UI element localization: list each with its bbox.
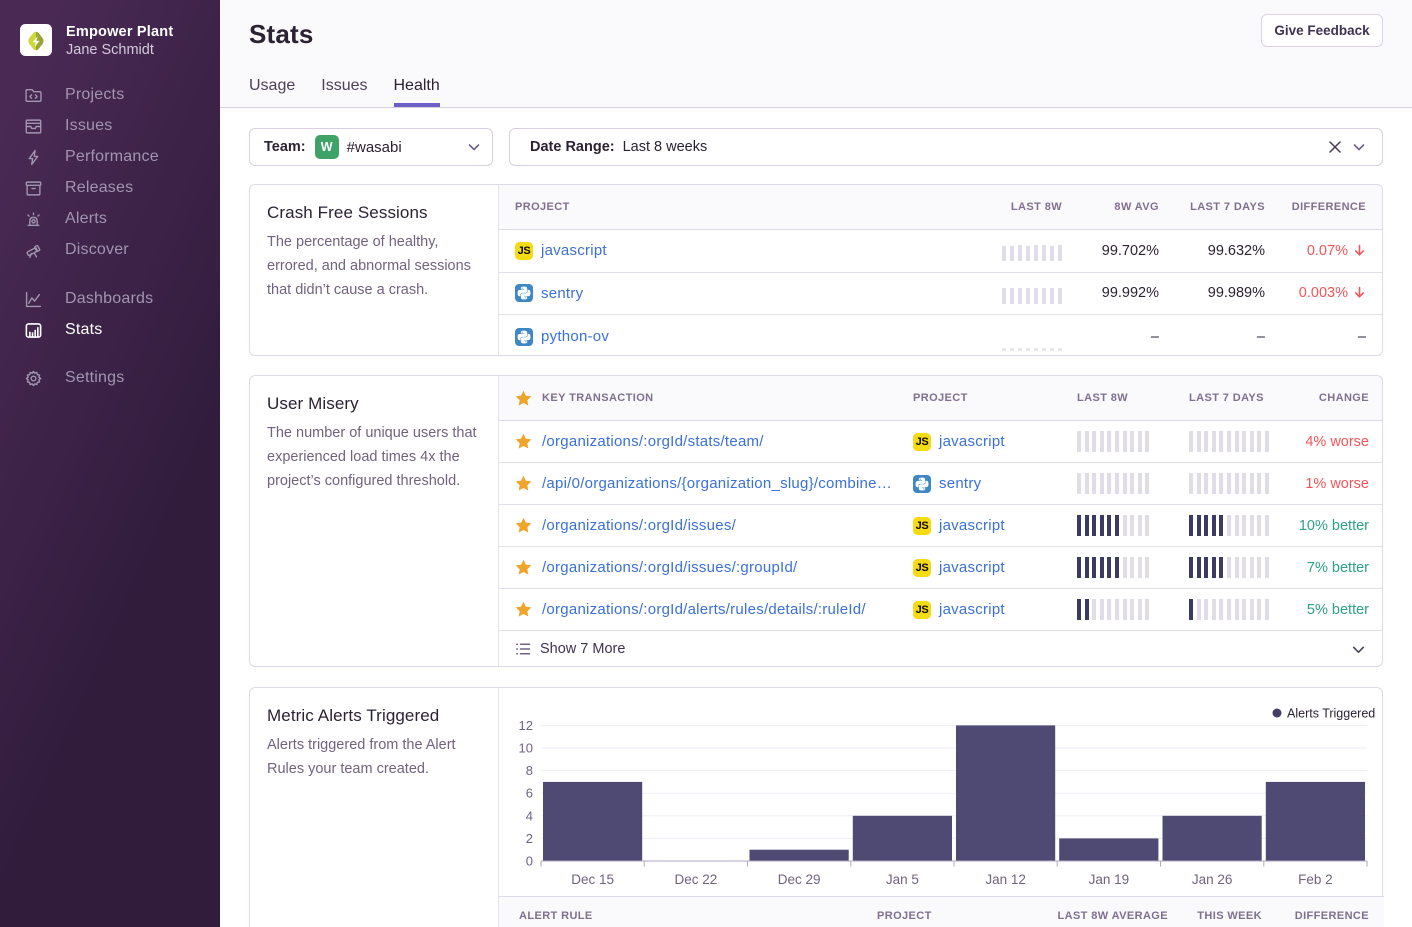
svg-text:Jan 5: Jan 5 — [886, 872, 919, 887]
svg-text:0: 0 — [526, 854, 533, 869]
svg-text:Alerts Triggered: Alerts Triggered — [1287, 707, 1375, 721]
svg-text:10: 10 — [519, 741, 533, 756]
svg-text:2: 2 — [526, 831, 533, 846]
svg-text:Jan 26: Jan 26 — [1192, 872, 1233, 887]
svg-text:12: 12 — [519, 718, 533, 733]
svg-text:Jan 19: Jan 19 — [1089, 872, 1130, 887]
svg-text:Jan 12: Jan 12 — [985, 872, 1026, 887]
svg-text:8: 8 — [526, 763, 533, 778]
svg-text:Dec 22: Dec 22 — [675, 872, 718, 887]
svg-text:Dec 29: Dec 29 — [778, 872, 821, 887]
svg-text:Feb 2: Feb 2 — [1298, 872, 1333, 887]
svg-text:Dec 15: Dec 15 — [571, 872, 614, 887]
svg-text:6: 6 — [526, 786, 533, 801]
svg-text:4: 4 — [526, 808, 533, 823]
